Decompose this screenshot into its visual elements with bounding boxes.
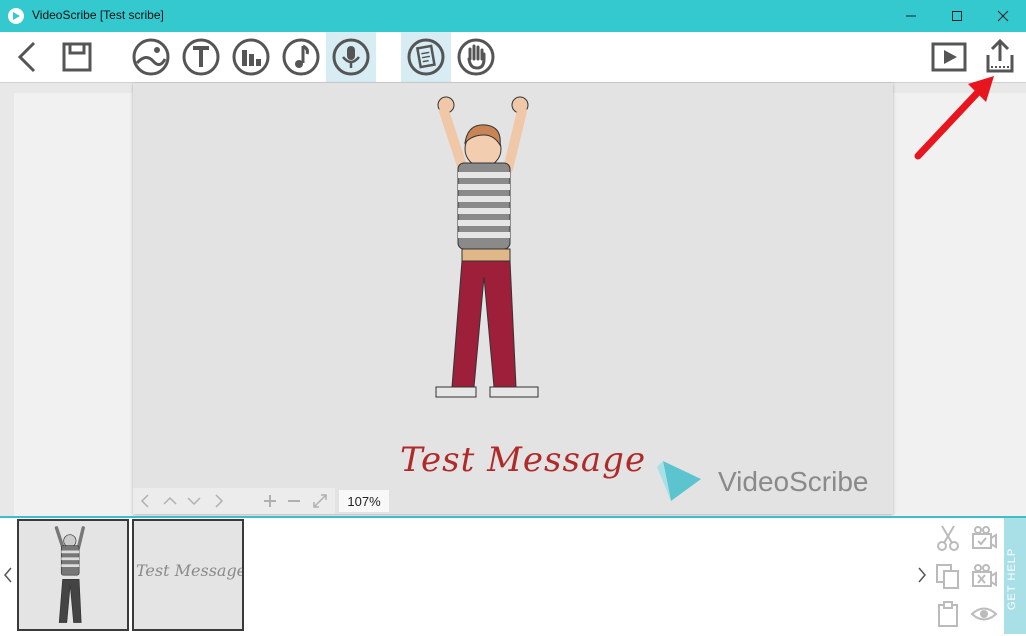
clipboard-icon (938, 601, 958, 627)
app-logo-icon (8, 8, 24, 24)
timeline-scroll-right-button[interactable] (915, 560, 929, 590)
chevron-right-icon (215, 494, 224, 508)
add-text-button[interactable] (176, 32, 226, 82)
paste-button[interactable] (932, 598, 964, 630)
camera-x-icon (972, 564, 997, 587)
window-titlebar: VideoScribe [Test scribe] (0, 0, 1026, 32)
text-icon (182, 38, 220, 76)
microphone-icon (332, 38, 370, 76)
document-icon (407, 38, 445, 76)
window-title: VideoScribe [Test scribe] (32, 8, 164, 22)
timeline-thumbnail-1[interactable] (17, 519, 129, 631)
videoscribe-logo-icon (657, 461, 701, 501)
copy-button[interactable] (932, 560, 964, 592)
boy-character-image[interactable] (428, 91, 568, 406)
add-image-button[interactable] (126, 32, 176, 82)
expand-icon (313, 494, 327, 508)
add-chart-button[interactable] (226, 32, 276, 82)
maximize-icon (952, 11, 962, 21)
chevron-left-icon (17, 41, 36, 73)
thumbnail-message-text: Test Message (136, 561, 244, 580)
chevron-up-icon (163, 496, 177, 505)
properties-button[interactable] (401, 32, 451, 82)
canvas-navigation-bar (133, 488, 335, 514)
canvas-logo-text: VideoScribe (718, 466, 869, 497)
element-tools-panel (930, 518, 1004, 634)
camera-clear-button[interactable] (968, 560, 1000, 592)
nav-down-button[interactable] (183, 490, 205, 512)
eye-icon (970, 607, 998, 621)
minimize-icon (906, 15, 916, 17)
image-icon (132, 38, 170, 76)
chevron-left-icon (140, 494, 149, 508)
nav-right-button[interactable] (207, 490, 229, 512)
add-music-button[interactable] (276, 32, 326, 82)
zoom-out-button[interactable] (283, 490, 305, 512)
save-button[interactable] (52, 32, 102, 82)
red-arrow-annotation-icon (914, 76, 994, 160)
chevron-left-icon (4, 567, 12, 583)
floppy-disk-icon (62, 42, 92, 72)
chevron-down-icon (187, 497, 201, 506)
camera-set-button[interactable] (968, 522, 1000, 554)
music-note-icon (282, 38, 320, 76)
nav-up-button[interactable] (159, 490, 181, 512)
copy-icon (936, 564, 959, 589)
maximize-button[interactable] (934, 0, 980, 32)
close-button[interactable] (980, 0, 1026, 32)
chevron-right-icon (918, 567, 926, 583)
zoom-in-button[interactable] (259, 490, 281, 512)
cut-button[interactable] (932, 522, 964, 554)
camera-check-icon (972, 526, 997, 549)
timeline-scroll-left-button[interactable] (1, 560, 15, 590)
minus-icon (288, 500, 300, 502)
minimize-button[interactable] (888, 0, 934, 32)
get-help-label: GET HELP (1006, 547, 1018, 610)
preview-button[interactable] (968, 598, 1000, 630)
back-button[interactable] (2, 32, 52, 82)
timeline-thumbnail-2[interactable]: Test Message (132, 519, 244, 631)
scribe-canvas[interactable]: Test Message VideoScribe (133, 83, 893, 514)
scissors-icon (937, 525, 959, 551)
main-toolbar (0, 32, 1026, 83)
plus-icon (264, 495, 276, 507)
record-voice-button[interactable] (326, 32, 376, 82)
hand-icon (457, 38, 495, 76)
zoom-level-display: 107% (339, 490, 389, 512)
left-ruler (0, 93, 14, 516)
chart-icon (232, 38, 270, 76)
boy-thumbnail-image (54, 526, 85, 623)
close-icon (997, 10, 1009, 22)
nav-left-button[interactable] (135, 490, 157, 512)
canvas-message-text[interactable]: Test Message (400, 440, 646, 480)
fit-screen-button[interactable] (309, 490, 331, 512)
hand-button[interactable] (451, 32, 501, 82)
